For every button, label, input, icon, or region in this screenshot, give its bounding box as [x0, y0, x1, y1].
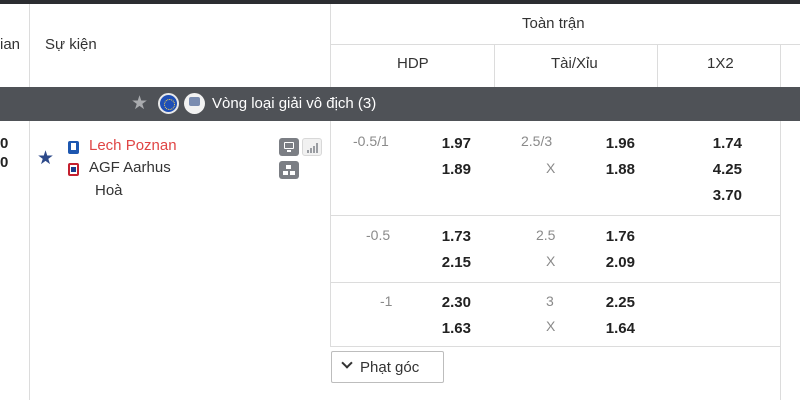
full-match-header: Toàn trận — [522, 15, 585, 32]
chevron-down-icon — [341, 357, 353, 369]
divider — [780, 44, 781, 87]
league-header-bar[interactable] — [0, 87, 800, 121]
hdp-line: -0.5/1 — [353, 133, 389, 149]
league-logo-icon — [184, 93, 205, 114]
top-bar — [0, 0, 800, 4]
draw-label: Hoà — [95, 182, 123, 199]
corner-kicks-label: Phạt góc — [360, 359, 420, 376]
lech-poznan-crest-icon — [68, 141, 79, 154]
divider — [29, 121, 30, 400]
divider — [780, 121, 781, 400]
away-team-name[interactable]: AGF Aarhus — [89, 159, 171, 176]
divider — [330, 346, 780, 347]
hdp-away-odd[interactable]: 1.63 — [441, 320, 471, 337]
lineup-button[interactable] — [279, 161, 299, 179]
divider — [330, 282, 780, 283]
divider — [330, 44, 800, 45]
ou-over-odd[interactable]: 2.25 — [604, 294, 635, 311]
star-icon[interactable]: ★ — [131, 94, 148, 114]
home-team-name[interactable]: Lech Poznan — [89, 137, 177, 154]
ou-line: 3 — [546, 293, 554, 309]
home-score: 0 — [0, 135, 9, 152]
league-title[interactable]: Vòng loại giải vô địch (3) — [212, 95, 376, 112]
eu-flag-icon — [158, 93, 179, 114]
divider — [29, 4, 30, 87]
hdp-home-odd[interactable]: 1.97 — [441, 135, 471, 152]
bar-chart-icon — [307, 143, 319, 153]
favorite-star-icon[interactable]: ★ — [37, 149, 54, 169]
monitor-icon — [284, 142, 294, 152]
1x2-away-odd[interactable]: 4.25 — [711, 161, 742, 178]
live-stream-button[interactable] — [279, 138, 299, 156]
hdp-home-odd[interactable]: 2.30 — [438, 294, 471, 311]
time-column-header: ian — [0, 36, 21, 53]
away-score: 0 — [0, 154, 9, 171]
ou-line: 2.5/3 — [521, 133, 553, 149]
agf-aarhus-crest-icon — [68, 163, 79, 176]
1x2-column-header[interactable]: 1X2 — [707, 55, 734, 72]
divider — [494, 44, 495, 87]
ou-over-odd[interactable]: 1.76 — [604, 228, 635, 245]
hdp-line: -0.5 — [366, 227, 391, 243]
ou-over-odd[interactable]: 1.96 — [604, 135, 635, 152]
hdp-away-odd[interactable]: 2.15 — [441, 254, 471, 271]
corner-kicks-button[interactable]: Phạt góc — [331, 351, 444, 383]
hdp-away-odd[interactable]: 1.89 — [441, 161, 471, 178]
over-under-column-header[interactable]: Tài/Xỉu — [551, 55, 598, 72]
ou-under-marker: X — [546, 318, 556, 334]
ou-line: 2.5 — [536, 227, 556, 243]
ou-under-marker: X — [546, 160, 556, 176]
lineup-icon — [283, 165, 295, 176]
divider — [330, 121, 331, 347]
divider — [330, 215, 780, 216]
1x2-draw-odd[interactable]: 3.70 — [711, 187, 742, 204]
stats-button[interactable] — [302, 138, 322, 156]
ou-under-odd[interactable]: 2.09 — [604, 254, 635, 271]
hdp-line: -1 — [380, 293, 393, 309]
event-column-header: Sự kiện — [45, 36, 97, 53]
divider — [657, 44, 658, 87]
ou-under-marker: X — [546, 253, 556, 269]
ou-under-odd[interactable]: 1.64 — [604, 320, 635, 337]
1x2-home-odd[interactable]: 1.74 — [711, 135, 742, 152]
ou-under-odd[interactable]: 1.88 — [604, 161, 635, 178]
divider — [330, 4, 331, 87]
hdp-home-odd[interactable]: 1.73 — [441, 228, 471, 245]
hdp-column-header[interactable]: HDP — [397, 55, 429, 72]
